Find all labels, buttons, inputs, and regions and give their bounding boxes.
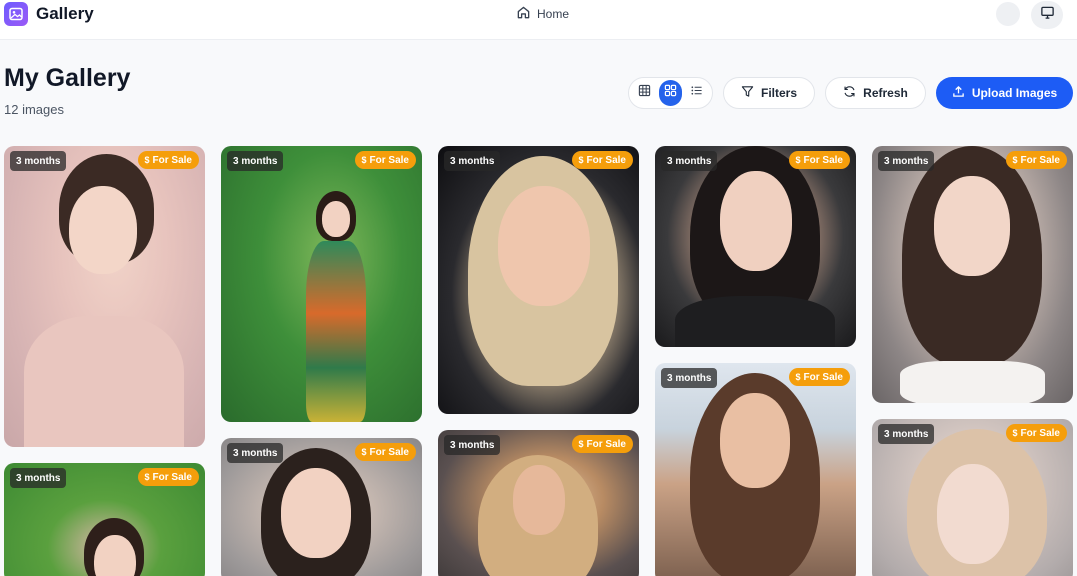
gallery-photo [4,146,205,447]
gallery-card[interactable]: 3 months $ For Sale [438,430,639,576]
gallery-card[interactable]: 3 months $ For Sale [438,146,639,414]
for-sale-label: For Sale [369,154,409,166]
page-title: My Gallery [4,64,131,92]
for-sale-badge: $ For Sale [571,435,633,453]
nav-home-label: Home [537,7,570,21]
age-badge: 3 months [444,435,501,455]
dollar-icon: $ [144,472,150,482]
for-sale-label: For Sale [152,154,192,166]
age-badge: 3 months [444,151,501,171]
age-badge: 3 months [227,443,284,463]
age-badge: 3 months [10,468,67,488]
dollar-icon: $ [795,155,801,165]
for-sale-badge: $ For Sale [788,151,850,169]
top-bar: Gallery Home [0,0,1077,40]
for-sale-label: For Sale [369,446,409,458]
list-icon [690,84,703,102]
gallery-photo [438,146,639,414]
nav-home-link[interactable]: Home [516,5,569,23]
age-badge: 3 months [878,151,935,171]
for-sale-badge: $ For Sale [354,443,416,461]
filter-icon [741,85,754,101]
gallery-photo [655,146,856,347]
gallery-card[interactable]: 3 months $ For Sale [221,146,422,422]
age-badge: 3 months [10,151,67,171]
upload-icon [952,85,965,101]
for-sale-badge: $ For Sale [137,468,199,486]
view-mode-toggle [628,77,713,109]
upload-images-button[interactable]: Upload Images [936,77,1073,109]
grid-icon [638,84,651,102]
user-avatar[interactable] [996,2,1020,26]
for-sale-label: For Sale [1020,154,1060,166]
gallery-photo [872,146,1073,403]
age-badge: 3 months [227,151,284,171]
for-sale-label: For Sale [152,471,192,483]
filters-button[interactable]: Filters [723,77,815,109]
grid-view-button[interactable] [633,80,657,106]
age-badge: 3 months [661,368,718,388]
dollar-icon: $ [1012,428,1018,438]
dollar-icon: $ [361,155,367,165]
age-badge: 3 months [661,151,718,171]
layout-grid-icon [664,84,677,102]
image-count: 12 images [4,102,64,117]
monitor-icon [1040,5,1055,25]
app-logo[interactable]: Gallery [4,2,94,26]
refresh-label: Refresh [863,86,908,100]
home-icon [516,5,531,23]
for-sale-badge: $ For Sale [137,151,199,169]
for-sale-label: For Sale [803,371,843,383]
for-sale-label: For Sale [586,154,626,166]
gallery-card[interactable]: 3 months $ For Sale [221,438,422,576]
for-sale-badge: $ For Sale [788,368,850,386]
dollar-icon: $ [144,155,150,165]
gallery-card[interactable]: 3 months $ For Sale [4,146,205,447]
app-title: Gallery [36,4,94,23]
filters-label: Filters [760,86,797,100]
refresh-icon [843,85,856,101]
list-view-button[interactable] [684,80,708,106]
for-sale-badge: $ For Sale [354,151,416,169]
for-sale-badge: $ For Sale [1005,424,1067,442]
gallery-card[interactable]: 3 months $ For Sale [655,146,856,347]
for-sale-label: For Sale [803,154,843,166]
gallery-photo [655,363,856,576]
refresh-button[interactable]: Refresh [825,77,926,109]
dollar-icon: $ [1012,155,1018,165]
upload-label: Upload Images [971,86,1058,100]
age-badge: 3 months [878,424,935,444]
gallery-card[interactable]: 3 months $ For Sale [872,419,1073,576]
gallery-photo [221,146,422,422]
gallery-logo-icon [4,2,28,26]
masonry-view-button[interactable] [658,80,683,106]
for-sale-badge: $ For Sale [1005,151,1067,169]
gallery-card[interactable]: 3 months $ For Sale [4,463,205,576]
dollar-icon: $ [578,439,584,449]
gallery-card[interactable]: 3 months $ For Sale [872,146,1073,403]
dollar-icon: $ [795,372,801,382]
dollar-icon: $ [578,155,584,165]
for-sale-label: For Sale [1020,427,1060,439]
for-sale-badge: $ For Sale [571,151,633,169]
dollar-icon: $ [361,447,367,457]
for-sale-label: For Sale [586,438,626,450]
display-settings-button[interactable] [1031,1,1063,29]
gallery-card[interactable]: 3 months $ For Sale [655,363,856,576]
